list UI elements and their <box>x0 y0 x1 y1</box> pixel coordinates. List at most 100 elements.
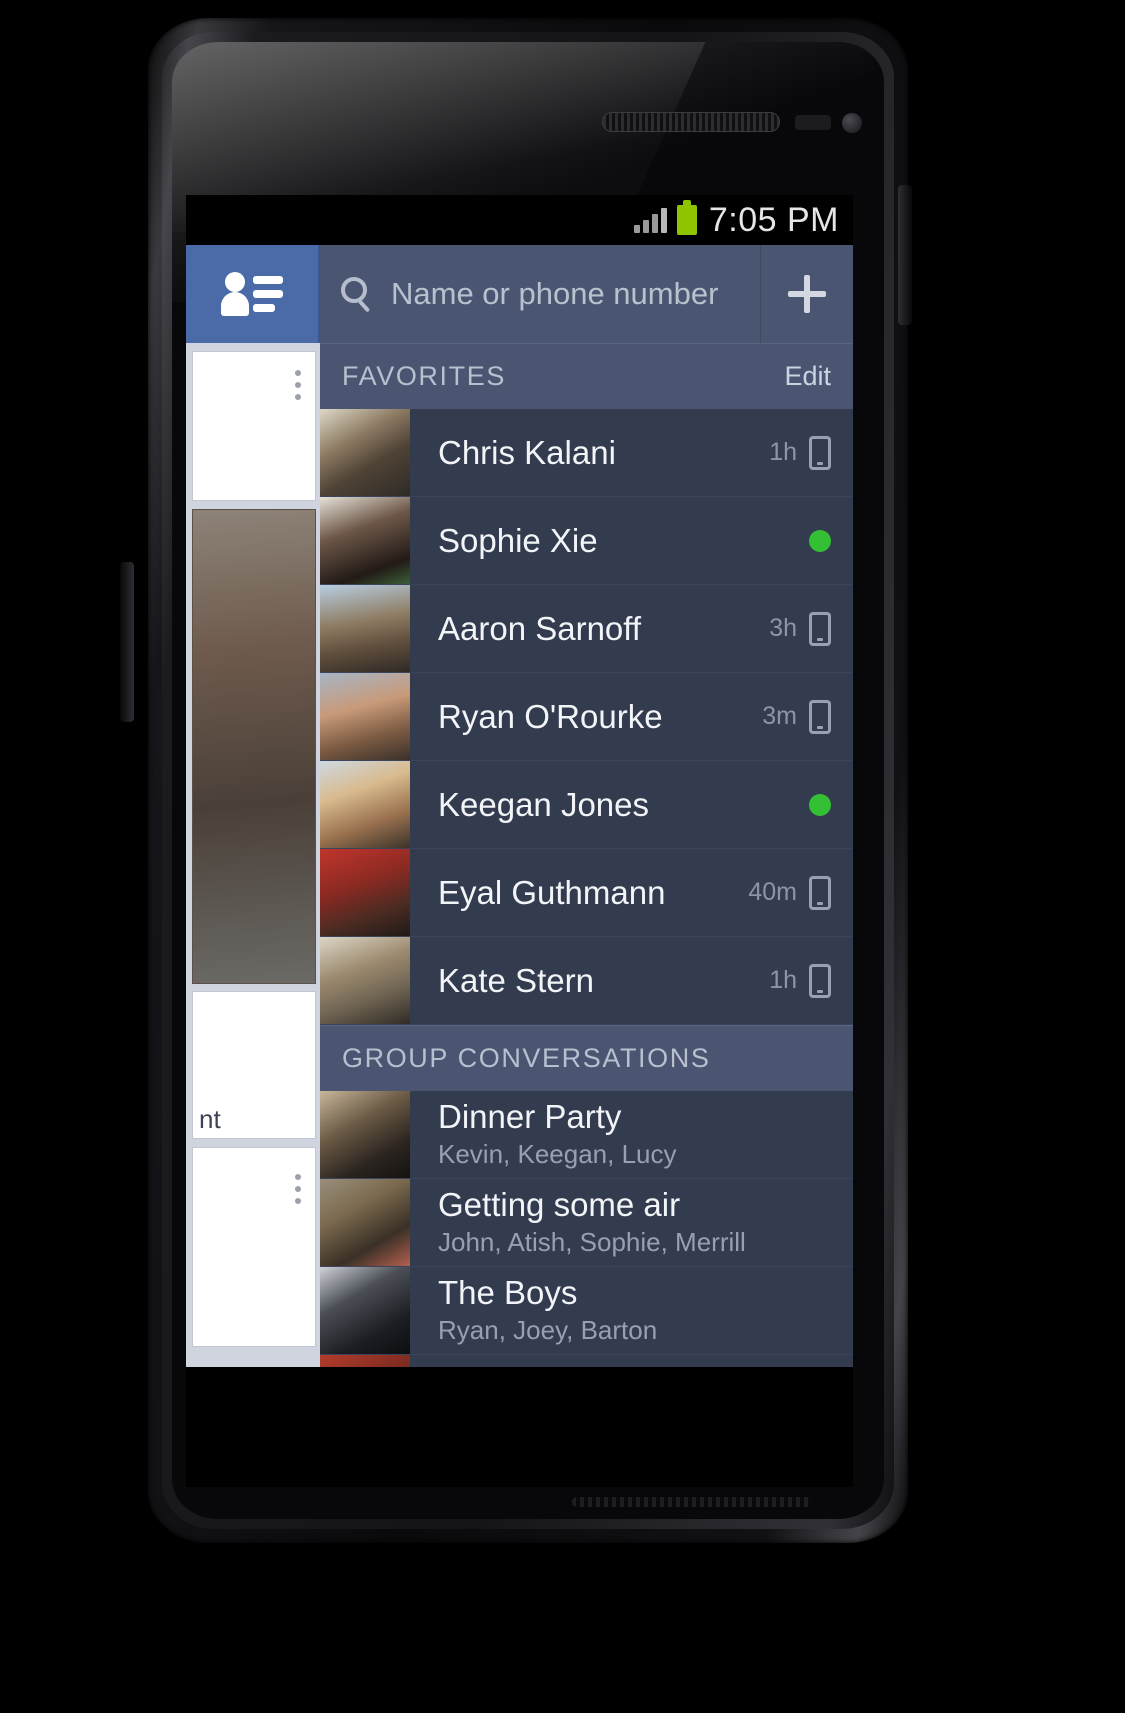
group-name: Getting some air <box>438 1186 681 1224</box>
contact-row-main: Aaron Sarnoff <box>410 585 769 672</box>
online-status-icon <box>809 529 831 552</box>
contact-name: Aaron Sarnoff <box>438 609 642 647</box>
group-name: Dinner Party <box>438 1098 622 1136</box>
online-status-icon <box>809 793 831 816</box>
volume-button[interactable] <box>120 562 134 722</box>
group-row-main: The Boys Ryan, Joey, Barton <box>410 1267 853 1354</box>
group-members: Kevin, Keegan, Lucy <box>438 1139 677 1170</box>
more-vertical-icon[interactable] <box>295 1174 301 1210</box>
plus-icon <box>788 275 826 313</box>
section-header-group-conversations: GROUP CONVERSATIONS <box>320 1025 853 1091</box>
contact-row-main: Kate Stern <box>410 937 769 1024</box>
group-members: Ryan, Joey, Barton <box>438 1315 658 1346</box>
group-row[interactable]: Getting some air John, Atish, Sophie, Me… <box>320 1179 853 1267</box>
section-title: FAVORITES <box>342 360 506 391</box>
group-row[interactable]: The Boys Ryan, Joey, Barton <box>320 1267 853 1355</box>
screen-bottom-bezel <box>186 1367 853 1487</box>
signal-bars-icon <box>633 207 667 233</box>
section-title: GROUP CONVERSATIONS <box>342 1042 711 1073</box>
search-icon <box>341 277 375 313</box>
group-row-partial[interactable] <box>320 1355 853 1367</box>
contact-row-main: Sophie Xie <box>410 497 809 584</box>
action-bar: Name or phone number <box>186 245 853 343</box>
mobile-phone-icon <box>809 611 831 646</box>
last-active-time: 1h <box>769 966 797 994</box>
peek-card[interactable] <box>192 351 316 501</box>
last-active-time: 3m <box>762 702 797 730</box>
contacts-app-button[interactable] <box>186 245 319 343</box>
group-avatar <box>320 1179 410 1266</box>
peek-photo-card[interactable] <box>192 509 316 984</box>
avatar <box>320 761 410 848</box>
contacts-icon <box>221 270 283 318</box>
contact-row[interactable]: Sophie Xie <box>320 497 853 585</box>
contact-name: Sophie Xie <box>438 521 598 559</box>
contact-row-status: 1h <box>769 409 853 496</box>
group-avatar <box>320 1355 410 1367</box>
contact-row[interactable]: Ryan O'Rourke 3m <box>320 673 853 761</box>
contact-row-status: 1h <box>769 937 853 1024</box>
mobile-phone-icon <box>809 699 831 734</box>
peek-card-text: nt <box>199 1104 221 1134</box>
contact-row-main: Keegan Jones <box>410 761 809 848</box>
edit-favorites-button[interactable]: Edit <box>784 361 831 392</box>
contact-row[interactable]: Keegan Jones <box>320 761 853 849</box>
last-active-time: 1h <box>769 438 797 466</box>
contact-name: Ryan O'Rourke <box>438 697 663 735</box>
peek-card[interactable] <box>192 1147 316 1347</box>
proximity-sensor-icon <box>795 115 831 130</box>
group-name: The Boys <box>438 1274 578 1312</box>
avatar <box>320 849 410 936</box>
mobile-phone-icon <box>809 963 831 998</box>
group-row-main: Getting some air John, Atish, Sophie, Me… <box>410 1179 853 1266</box>
peek-card[interactable]: nt <box>192 991 316 1139</box>
avatar <box>320 497 410 584</box>
screenshot-root: 7:05 PM Name or phone number nt FAVORITE… <box>0 0 1125 1713</box>
background-news-feed-panel[interactable]: nt <box>186 343 320 1367</box>
status-bar-clock: 7:05 PM <box>708 200 839 239</box>
mobile-phone-icon <box>809 435 831 470</box>
status-bar: 7:05 PM <box>186 195 853 245</box>
contact-row[interactable]: Eyal Guthmann 40m <box>320 849 853 937</box>
group-row-main <box>410 1355 853 1367</box>
mobile-phone-icon <box>809 875 831 910</box>
contact-row-status: 40m <box>748 849 853 936</box>
contact-row-main: Ryan O'Rourke <box>410 673 762 760</box>
more-vertical-icon[interactable] <box>295 370 301 406</box>
contact-name: Chris Kalani <box>438 433 616 471</box>
group-avatar <box>320 1091 410 1178</box>
contact-row-main: Eyal Guthmann <box>410 849 748 936</box>
avatar <box>320 673 410 760</box>
group-row[interactable]: Dinner Party Kevin, Keegan, Lucy <box>320 1091 853 1179</box>
section-header-favorites: FAVORITES Edit <box>320 343 853 409</box>
contact-row-status: 3m <box>762 673 853 760</box>
contact-row-status <box>809 761 853 848</box>
contact-row[interactable]: Aaron Sarnoff 3h <box>320 585 853 673</box>
search-input-placeholder[interactable]: Name or phone number <box>391 276 718 312</box>
group-members: John, Atish, Sophie, Merrill <box>438 1227 746 1258</box>
power-button[interactable] <box>898 185 912 325</box>
group-avatar <box>320 1267 410 1354</box>
contact-name: Kate Stern <box>438 961 594 999</box>
battery-full-icon <box>676 200 697 235</box>
avatar <box>320 409 410 496</box>
contacts-drawer: FAVORITES Edit Chris Kalani 1h Sophie Xi… <box>320 343 853 1367</box>
search-field[interactable]: Name or phone number <box>319 245 761 343</box>
contact-row-main: Chris Kalani <box>410 409 769 496</box>
earpiece-speaker-icon <box>602 112 780 132</box>
avatar <box>320 937 410 1024</box>
contact-row-status: 3h <box>769 585 853 672</box>
last-active-time: 3h <box>769 614 797 642</box>
light-sensor-icon <box>842 113 862 133</box>
contact-row[interactable]: Chris Kalani 1h <box>320 409 853 497</box>
contact-row-status <box>809 497 853 584</box>
contact-name: Keegan Jones <box>438 785 650 823</box>
contact-name: Eyal Guthmann <box>438 873 666 911</box>
add-contact-button[interactable] <box>761 245 853 343</box>
last-active-time: 40m <box>748 878 797 906</box>
phone-screen: 7:05 PM Name or phone number nt FAVORITE… <box>186 195 853 1367</box>
bottom-speaker-grill <box>572 1497 812 1507</box>
group-row-main: Dinner Party Kevin, Keegan, Lucy <box>410 1091 853 1178</box>
avatar <box>320 585 410 672</box>
contact-row[interactable]: Kate Stern 1h <box>320 937 853 1025</box>
